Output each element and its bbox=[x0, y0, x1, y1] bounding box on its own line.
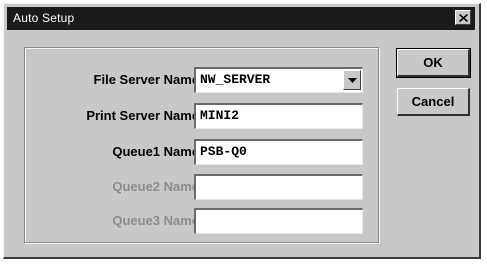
cancel-button[interactable]: Cancel bbox=[397, 88, 470, 116]
file-server-label: File Server Name : bbox=[93, 72, 207, 87]
file-server-dropdown-button[interactable] bbox=[343, 70, 361, 90]
queue2-label: Queue2 Name : bbox=[112, 179, 207, 194]
close-button[interactable] bbox=[455, 10, 471, 25]
queue1-input[interactable]: PSB-Q0 bbox=[194, 139, 363, 165]
file-server-row: File Server Name : NW_SERVER bbox=[25, 67, 380, 93]
close-icon bbox=[459, 14, 468, 22]
file-server-value: NW_SERVER bbox=[200, 72, 271, 87]
ok-button[interactable]: OK bbox=[396, 48, 471, 78]
queue2-input bbox=[194, 174, 363, 200]
queue2-row: Queue2 Name : bbox=[25, 174, 380, 200]
print-server-label: Print Server Name : bbox=[86, 108, 207, 123]
queue3-label: Queue3 Name : bbox=[112, 213, 207, 228]
file-server-combobox[interactable]: NW_SERVER bbox=[194, 67, 363, 93]
queue1-label: Queue1 Name : bbox=[112, 144, 207, 159]
queue1-row: Queue1 Name : PSB-Q0 bbox=[25, 139, 380, 165]
auto-setup-dialog: Auto Setup File Server Name : NW_SERVER … bbox=[3, 3, 481, 259]
window-title: Auto Setup bbox=[13, 11, 75, 25]
chevron-down-icon bbox=[348, 78, 357, 83]
queue3-row: Queue3 Name : bbox=[25, 208, 380, 234]
title-bar[interactable]: Auto Setup bbox=[7, 7, 475, 30]
print-server-row: Print Server Name : MINI2 bbox=[25, 103, 380, 129]
queue3-input bbox=[194, 208, 363, 234]
server-settings-group: File Server Name : NW_SERVER Print Serve… bbox=[24, 47, 379, 243]
print-server-input[interactable]: MINI2 bbox=[194, 103, 363, 129]
